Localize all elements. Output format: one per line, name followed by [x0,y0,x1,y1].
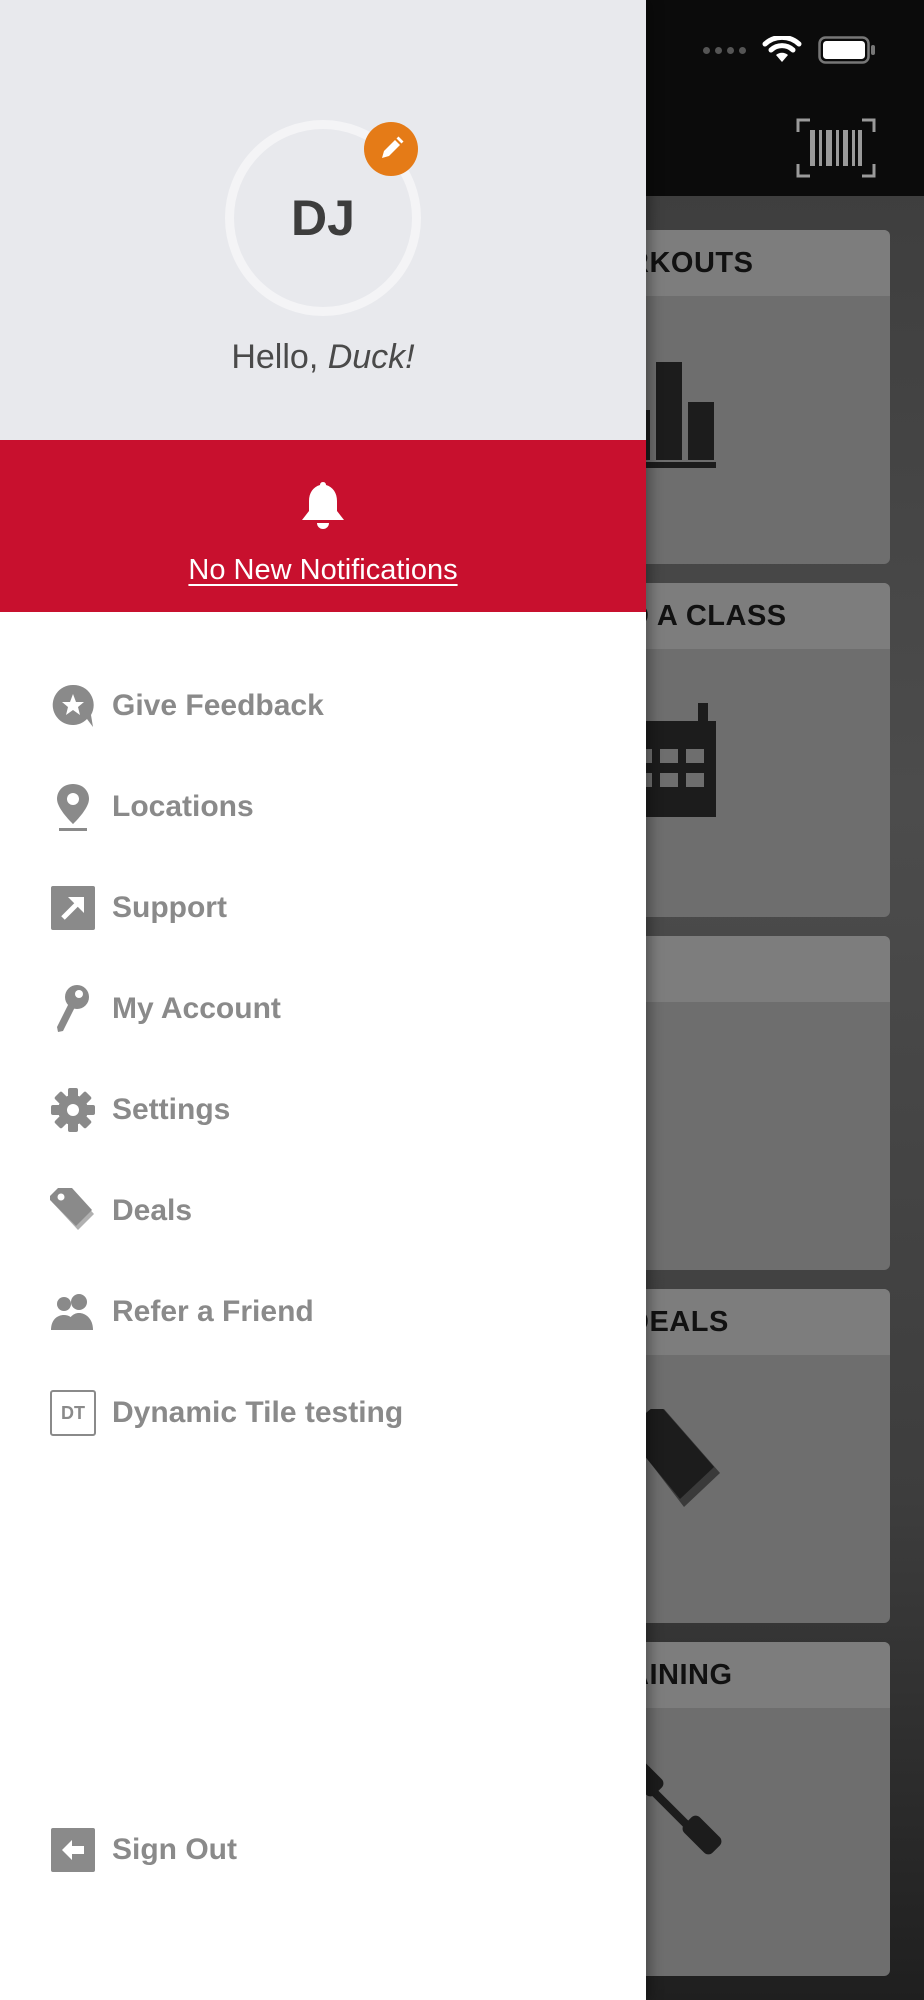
dt-badge: DT [50,1390,96,1436]
dt-badge-icon: DT [48,1388,98,1438]
notifications-banner[interactable]: No New Notifications [0,440,646,612]
status-bar [703,36,876,64]
menu-item-label: Locations [112,790,254,823]
menu-item-label: Refer a Friend [112,1295,314,1328]
location-pin-icon [48,782,98,832]
sign-out-icon [48,1825,98,1875]
notifications-link[interactable]: No New Notifications [0,554,646,587]
profile-header: DJ Hello, Duck! [0,0,646,440]
greeting-prefix: Hello, [231,338,328,376]
barcode-icon[interactable] [796,118,876,178]
menu-item-label: Support [112,891,227,924]
menu-item-support[interactable]: Support [48,878,227,938]
tag-icon [48,1186,98,1236]
signal-icon [703,46,746,54]
wifi-icon [762,36,802,62]
menu-item-label: Settings [112,1093,231,1126]
bell-icon [302,482,344,529]
navigation-drawer: DJ Hello, Duck! No New Notifications Giv… [0,0,646,2000]
sign-out-button[interactable]: Sign Out [48,1820,237,1880]
menu-item-locations[interactable]: Locations [48,777,254,837]
menu-item-my-account[interactable]: My Account [48,979,281,1039]
battery-icon [818,36,875,64]
menu-item-label: My Account [112,992,281,1025]
menu-item-give-feedback[interactable]: Give Feedback [48,676,324,736]
key-icon [48,984,98,1034]
greeting-name: Duck! [327,338,415,376]
menu-item-label: Deals [112,1194,193,1227]
tile-label: RKOUTS [628,246,754,279]
external-link-icon [48,883,98,933]
menu-item-deals[interactable]: Deals [48,1181,192,1241]
tile-label: D A CLASS [628,599,787,632]
sign-out-label: Sign Out [112,1833,237,1866]
menu-item-label: Give Feedback [112,689,324,722]
gear-icon [48,1085,98,1135]
people-icon [48,1287,98,1337]
menu-item-settings[interactable]: Settings [48,1080,230,1140]
avatar-initials: DJ [291,190,355,246]
pencil-icon [382,136,404,158]
menu-item-refer-a-friend[interactable]: Refer a Friend [48,1282,314,1342]
greeting: Hello, Duck! [0,338,646,377]
feedback-star-icon [48,681,98,731]
menu-item-dynamic-tile-testing[interactable]: DT Dynamic Tile testing [48,1383,403,1443]
edit-profile-button[interactable] [364,122,418,176]
menu-item-label: Dynamic Tile testing [112,1396,404,1429]
